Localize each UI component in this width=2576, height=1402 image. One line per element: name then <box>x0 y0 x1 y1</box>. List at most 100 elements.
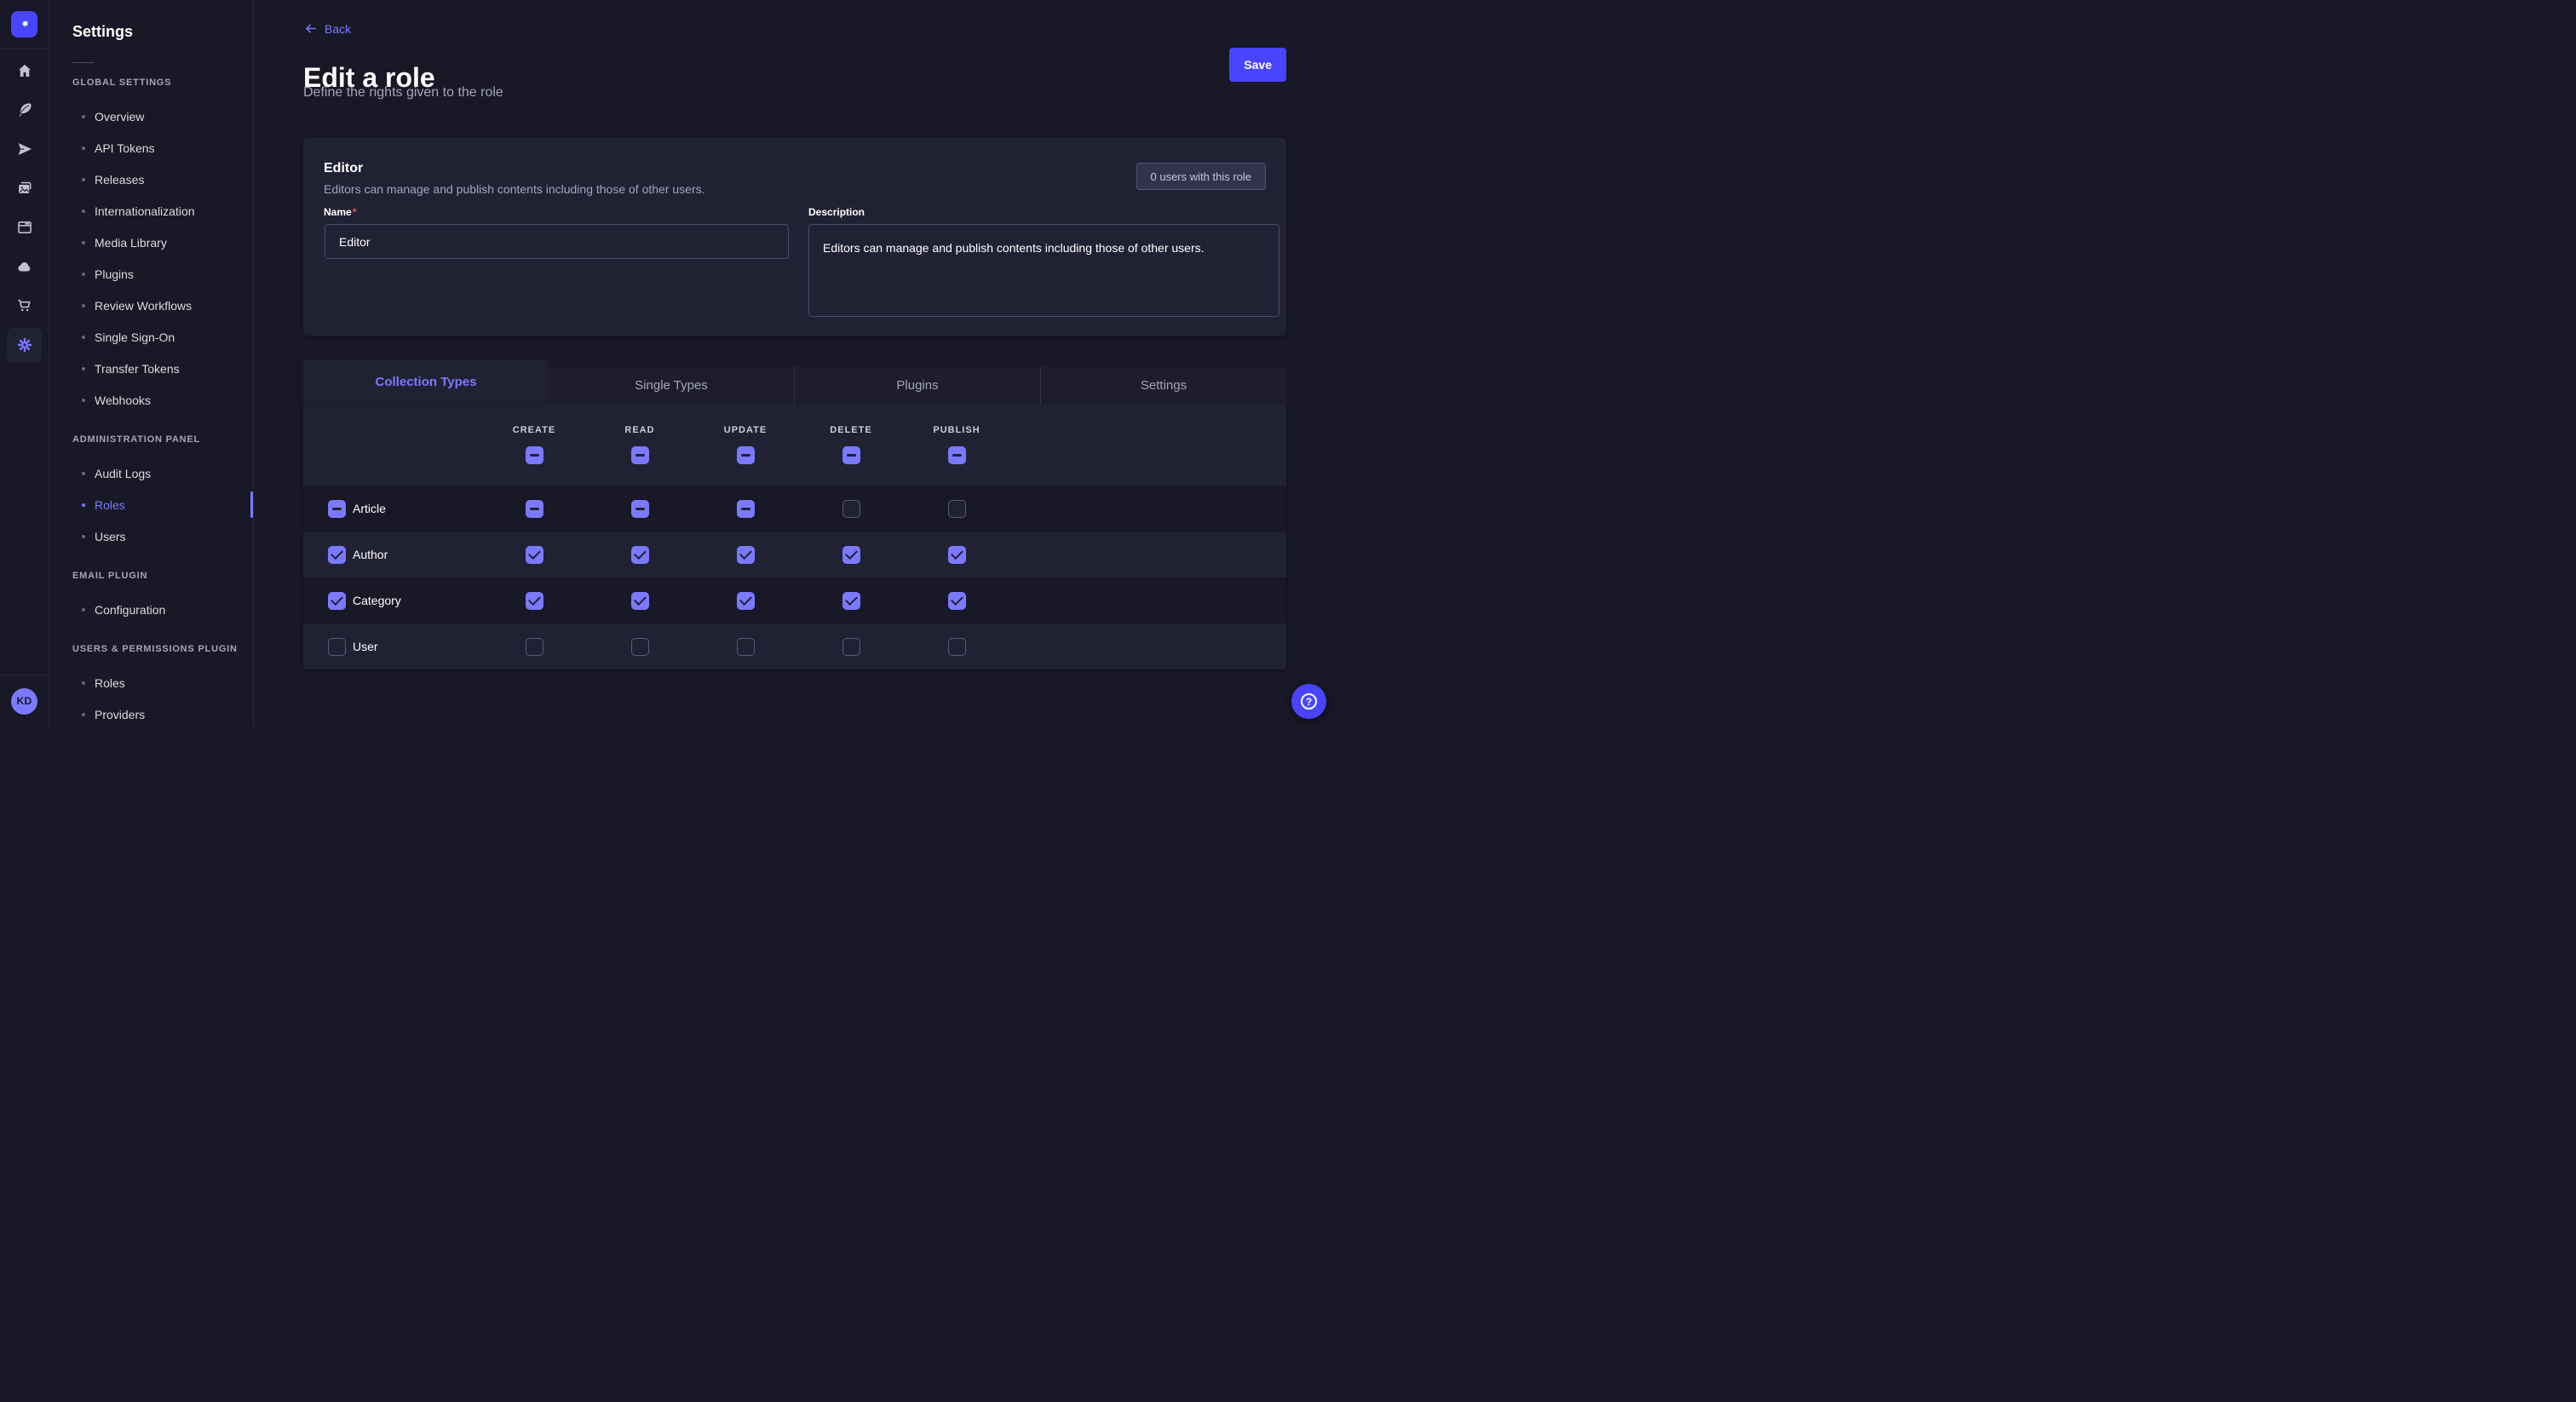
table-row-author: Author <box>303 531 1286 577</box>
checkbox-author-publish[interactable] <box>948 546 966 564</box>
description-field[interactable]: Editors can manage and publish contents … <box>808 224 1279 317</box>
checkbox-category-delete[interactable] <box>842 592 860 610</box>
rail-footer: KD <box>0 675 49 727</box>
checkbox-article-read[interactable] <box>631 500 649 518</box>
sidebar-item-label: Media Library <box>95 236 167 250</box>
checkbox-user-create[interactable] <box>526 638 543 656</box>
bullet-icon <box>82 503 85 507</box>
sidebar-item-label: Transfer Tokens <box>95 362 180 376</box>
nav-media-library[interactable] <box>7 171 42 206</box>
strapi-logo-icon <box>17 17 32 32</box>
checkbox-author-create[interactable] <box>526 546 543 564</box>
column-header-delete: DELETE <box>830 425 871 435</box>
user-avatar[interactable]: KD <box>11 688 37 715</box>
sidebar-item-webhooks[interactable]: Webhooks <box>72 384 253 416</box>
nav-settings-gear[interactable] <box>7 328 42 363</box>
sidebar-item-api-tokens[interactable]: API Tokens <box>72 132 253 164</box>
tab-settings[interactable]: Settings <box>1040 367 1286 404</box>
back-button[interactable]: Back <box>303 21 351 36</box>
table-row-user: User <box>303 623 1286 669</box>
table-row-article: Article <box>303 486 1286 531</box>
checkbox-author-read[interactable] <box>631 546 649 564</box>
checkbox-category-read[interactable] <box>631 592 649 610</box>
sidebar-item-configuration[interactable]: Configuration <box>72 594 253 625</box>
checkbox-select-user[interactable] <box>328 638 346 656</box>
sidebar-item-single-sign-on[interactable]: Single Sign-On <box>72 321 253 353</box>
checkbox-article-publish[interactable] <box>948 500 966 518</box>
permissions-select-all <box>303 446 1286 464</box>
checkbox-author-update[interactable] <box>737 546 755 564</box>
tab-collection-types[interactable]: Collection Types <box>303 359 549 404</box>
checkbox-article-create[interactable] <box>526 500 543 518</box>
bullet-icon <box>82 304 85 307</box>
checkbox-select-author[interactable] <box>328 546 346 564</box>
sidebar-item-label: API Tokens <box>95 141 155 155</box>
checkbox-select-all-update[interactable] <box>737 446 755 464</box>
sidebar-item-media-library[interactable]: Media Library <box>72 227 253 258</box>
tab-plugins[interactable]: Plugins <box>794 367 1040 404</box>
checkbox-user-delete[interactable] <box>842 638 860 656</box>
sidebar-item-overview[interactable]: Overview <box>72 101 253 132</box>
checkbox-user-update[interactable] <box>737 638 755 656</box>
sidebar-item-label: Audit Logs <box>95 467 151 480</box>
row-label: Author <box>353 548 481 561</box>
sidebar-item-internationalization[interactable]: Internationalization <box>72 195 253 227</box>
checkbox-select-category[interactable] <box>328 592 346 610</box>
row-label: Article <box>353 502 481 515</box>
nav-layout[interactable] <box>7 210 42 245</box>
sidebar-item-label: Configuration <box>95 603 165 617</box>
checkbox-select-all-delete[interactable] <box>842 446 860 464</box>
sidebar-item-plugins[interactable]: Plugins <box>72 258 253 290</box>
nav-feather[interactable] <box>7 93 42 128</box>
sidebar-item-label: Internationalization <box>95 204 195 218</box>
table-row-category: Category <box>303 577 1286 623</box>
checkbox-article-update[interactable] <box>737 500 755 518</box>
checkbox-category-publish[interactable] <box>948 592 966 610</box>
tab-single-types[interactable]: Single Types <box>549 367 794 404</box>
sidebar-item-review-workflows[interactable]: Review Workflows <box>72 290 253 321</box>
checkbox-select-all-publish[interactable] <box>948 446 966 464</box>
nav-cart[interactable] <box>7 289 42 324</box>
page-subtitle: Define the rights given to the role <box>303 85 503 101</box>
bullet-icon <box>82 608 85 612</box>
sidebar-item-releases[interactable]: Releases <box>72 164 253 195</box>
sidebar-item-users[interactable]: Users <box>72 520 253 552</box>
sidebar-item-label: Roles <box>95 498 125 512</box>
nav-cloud[interactable] <box>7 250 42 284</box>
column-header-update: UPDATE <box>724 425 767 435</box>
checkbox-article-delete[interactable] <box>842 500 860 518</box>
checkbox-select-all-read[interactable] <box>631 446 649 464</box>
permissions-columns: CREATEREADUPDATEDELETEPUBLISH <box>303 425 1286 435</box>
settings-sidebar: Settings GLOBAL SETTINGSOverviewAPI Toke… <box>49 0 254 727</box>
sidebar-item-transfer-tokens[interactable]: Transfer Tokens <box>72 353 253 384</box>
checkbox-user-read[interactable] <box>631 638 649 656</box>
sidebar-title: Settings <box>72 22 253 41</box>
checkbox-category-update[interactable] <box>737 592 755 610</box>
help-button[interactable]: ? <box>1291 684 1326 719</box>
sidebar-item-roles-2[interactable]: Roles <box>72 667 253 698</box>
name-field[interactable] <box>325 224 789 259</box>
nav-home[interactable] <box>7 54 42 89</box>
sidebar-item-providers[interactable]: Providers <box>72 698 253 730</box>
checkbox-select-all-create[interactable] <box>526 446 543 464</box>
checkbox-category-create[interactable] <box>526 592 543 610</box>
strapi-logo-button[interactable] <box>11 11 37 37</box>
column-header-read: READ <box>624 425 654 435</box>
sidebar-item-roles[interactable]: Roles <box>72 489 253 520</box>
checkbox-author-delete[interactable] <box>842 546 860 564</box>
sidebar-item-audit-logs[interactable]: Audit Logs <box>72 457 253 489</box>
bullet-icon <box>82 399 85 402</box>
nav-paper-plane[interactable] <box>7 132 42 167</box>
permissions-tabs: Collection TypesSingle TypesPluginsSetti… <box>303 359 1286 404</box>
bullet-icon <box>82 273 85 276</box>
sidebar-item-label: Users <box>95 530 126 543</box>
bullet-icon <box>82 147 85 150</box>
rail-divider <box>0 48 49 49</box>
checkbox-user-publish[interactable] <box>948 638 966 656</box>
main-content: Back Edit a role Define the rights given… <box>255 0 1336 727</box>
sidebar-title-rule <box>72 62 94 63</box>
settings-gear-icon <box>16 336 33 353</box>
checkbox-select-article[interactable] <box>328 500 346 518</box>
users-with-role-button[interactable]: 0 users with this role <box>1136 163 1267 190</box>
save-button[interactable]: Save <box>1229 48 1286 82</box>
